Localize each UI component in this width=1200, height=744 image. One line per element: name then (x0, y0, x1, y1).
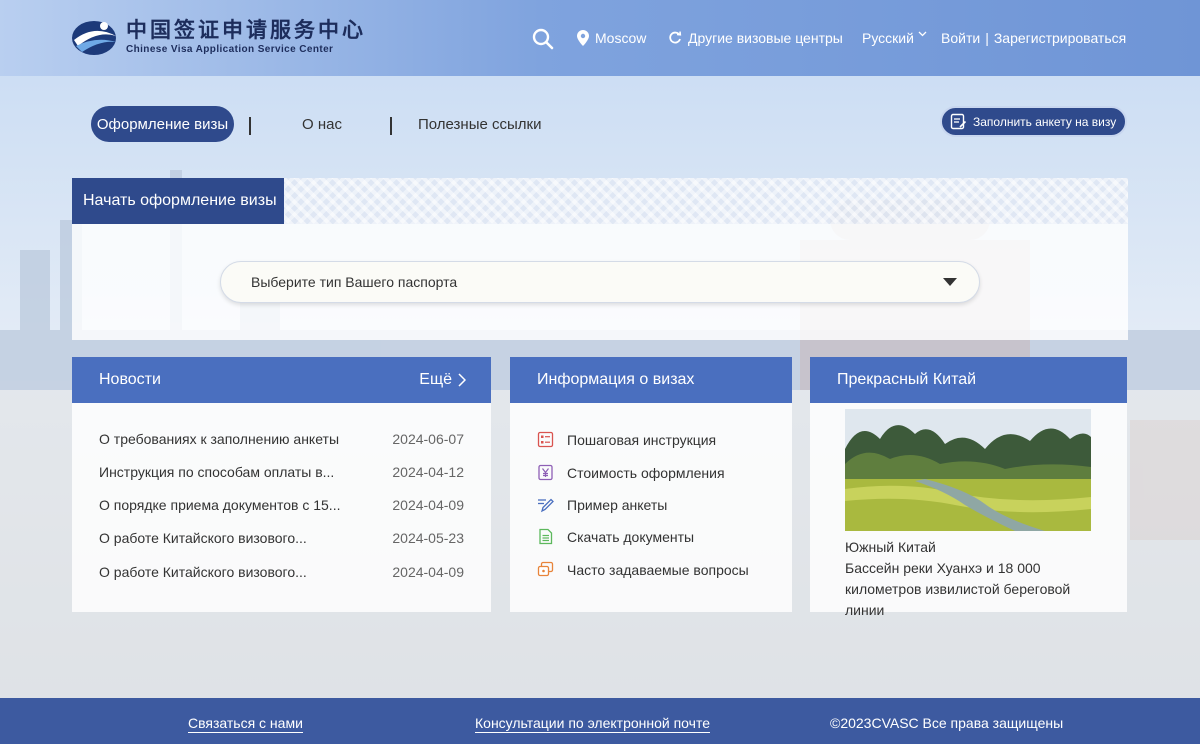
logo-chinese-text: 中国签证申请服务中心 (126, 16, 366, 42)
auth-links: Войти | Зарегистрироваться (941, 30, 1126, 46)
nav-divider (249, 117, 251, 135)
start-visa-panel: Начать оформление визы Выберите тип Ваше… (72, 178, 1128, 340)
beautiful-china-card: Прекрасный Китай Южный Китай Бассейн рек… (810, 357, 1127, 618)
passport-type-select[interactable]: Выберите тип Вашего паспорта (220, 261, 980, 303)
top-header: 中国签证申请服务中心 Chinese Visa Application Serv… (0, 0, 1200, 76)
chevron-right-icon (458, 373, 466, 387)
pen-icon (538, 498, 554, 513)
checklist-icon (537, 431, 554, 448)
news-item-title: О порядке приема документов с 15... (99, 497, 341, 513)
visa-info-item[interactable]: Скачать документы (537, 528, 694, 545)
logo-english-text: Chinese Visa Application Service Center (126, 43, 334, 55)
news-item-title: О работе Китайского визового... (99, 530, 307, 546)
news-card: Новости Ещё О требованиях к заполнению а… (72, 357, 491, 612)
visa-info-label: Пример анкеты (567, 496, 668, 513)
caption-region: Южный Китай (845, 539, 936, 555)
email-consultation-link[interactable]: Консультации по электронной почте (475, 715, 710, 733)
dropdown-caret-icon (943, 278, 957, 286)
refresh-icon (669, 31, 682, 44)
other-centers-link[interactable]: Другие визовые центры (668, 30, 843, 46)
site-footer: Связаться с нами Консультации по электро… (0, 698, 1200, 744)
news-title: Новости (99, 371, 161, 388)
contact-us-link[interactable]: Связаться с нами (188, 715, 303, 733)
visa-info-item[interactable]: Часто задаваемые вопросы (537, 561, 749, 578)
visa-info-title: Информация о визах (537, 371, 695, 388)
news-item-date: 2024-04-09 (392, 497, 464, 513)
logo-emblem-icon (72, 21, 116, 55)
copyright-text: ©2023CVASC Все права защищены (830, 715, 1064, 731)
beautiful-china-header: Прекрасный Китай (810, 357, 1127, 403)
visa-info-label: Часто задаваемые вопросы (567, 561, 749, 578)
landscape-caption: Южный Китай Бассейн реки Хуанхэ и 18 000… (845, 537, 1105, 621)
yuan-icon (538, 464, 553, 481)
visa-info-card: Информация о визах Пошаговая инструкция … (510, 357, 792, 612)
news-header: Новости Ещё (72, 357, 491, 403)
visa-info-label: Стоимость оформления (567, 464, 725, 481)
news-more-label: Ещё (419, 371, 452, 388)
other-centers-label: Другие визовые центры (688, 30, 843, 46)
auth-divider: | (985, 30, 989, 46)
location-selector[interactable]: Moscow (577, 30, 646, 46)
visa-info-item[interactable]: Пример анкеты (537, 496, 667, 513)
visa-info-label: Пошаговая инструкция (567, 431, 717, 448)
fill-visa-form-button[interactable]: Заполнить анкету на визу (940, 106, 1127, 137)
start-tab-bar: Начать оформление визы (72, 178, 1128, 224)
news-item-date: 2024-04-09 (392, 564, 464, 580)
start-panel-body: Выберите тип Вашего паспорта (72, 224, 1128, 340)
location-pin-icon (577, 30, 589, 46)
nav-divider (390, 117, 392, 135)
nav-item-visa[interactable]: Оформление визы (91, 106, 234, 142)
landscape-photo[interactable] (845, 409, 1091, 531)
news-item-date: 2024-06-07 (392, 431, 464, 447)
news-item-title: Инструкция по способам оплаты в... (99, 464, 335, 480)
chevron-down-icon (918, 31, 927, 37)
register-link[interactable]: Зарегистрироваться (994, 30, 1126, 46)
news-more-link[interactable]: Ещё (419, 371, 466, 389)
site-logo[interactable]: 中国签证申请服务中心 Chinese Visa Application Serv… (70, 14, 366, 58)
visa-info-item[interactable]: Пошаговая инструкция (537, 431, 716, 448)
news-item-date: 2024-05-23 (392, 530, 464, 546)
visa-info-label: Скачать документы (567, 528, 695, 545)
visa-info-header: Информация о визах (510, 357, 792, 403)
nav-item-links[interactable]: Полезные ссылки (418, 116, 542, 133)
language-selector[interactable]: Русский (862, 30, 933, 46)
tab-start-visa[interactable]: Начать оформление визы (72, 178, 284, 224)
beautiful-china-title: Прекрасный Китай (837, 371, 977, 388)
news-item-date: 2024-04-12 (392, 464, 464, 480)
visa-info-item[interactable]: Стоимость оформления (537, 464, 725, 481)
news-item-title: О требованиях к заполнению анкеты (99, 431, 340, 447)
location-label: Moscow (595, 30, 647, 46)
passport-type-placeholder: Выберите тип Вашего паспорта (251, 274, 458, 290)
caption-description: Бассейн реки Хуанхэ и 18 000 километров … (845, 560, 1071, 618)
nav-item-about[interactable]: О нас (302, 116, 342, 133)
news-item-title: О работе Китайского визового... (99, 564, 307, 580)
main-nav: Оформление визы О нас Полезные ссылки За… (0, 105, 1200, 145)
search-icon[interactable] (532, 28, 554, 50)
faq-icon (537, 561, 554, 577)
document-icon (539, 528, 553, 545)
fill-visa-form-label: Заполнить анкету на визу (973, 114, 1117, 129)
language-label: Русский (862, 30, 914, 46)
login-link[interactable]: Войти (941, 30, 980, 46)
form-icon (950, 113, 967, 130)
